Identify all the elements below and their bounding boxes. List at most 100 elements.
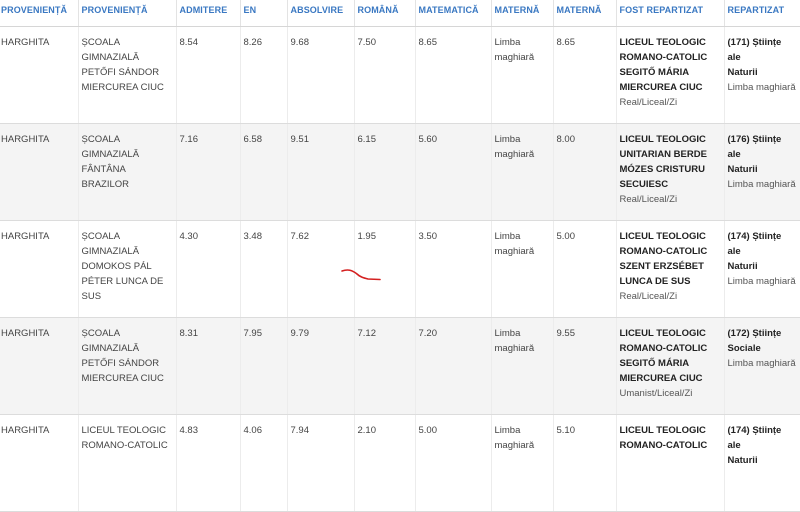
origin-school-line: ȘCOALA: [81, 327, 121, 339]
table-row[interactable]: HARGHITA ȘCOALA GIMNAZIALĂ FÂNTÂNA BRAZILOR 7…: [0, 123, 800, 221]
admitere-grade-cell: 4.83: [176, 414, 241, 512]
repartizat-cell: (174) Științe ale Naturii Limba maghiară: [724, 220, 800, 318]
specialization-line: Naturii: [727, 163, 758, 175]
origin-school-line: ROMANO-CATOLIC: [81, 439, 168, 451]
county-cell: HARGHITA: [0, 414, 79, 512]
specialization-language: Limba maghiară: [727, 178, 796, 190]
en-grade-cell: 8.26: [240, 26, 288, 124]
specialization-language: Limba maghiară: [727, 357, 796, 369]
matematica-grade-cell: 5.60: [415, 123, 492, 221]
absolvire-grade: 9.68: [290, 36, 310, 48]
header-materna-grade[interactable]: MATERNĂ: [553, 0, 617, 27]
en-grade-cell: 7.95: [240, 317, 288, 415]
specialization-line: Naturii: [727, 260, 758, 272]
county-cell: HARGHITA: [0, 26, 79, 124]
assigned-school-line: LICEUL TEOLOGIC: [619, 230, 706, 242]
fost-repartizat-cell: LICEUL TEOLOGIC UNITARIAN BERDE MÓZES CRIS…: [616, 123, 725, 221]
repartizat-cell: (176) Științe ale Naturii Limba maghiară: [724, 123, 800, 221]
repartizat-cell: (174) Științe ale Naturii: [724, 414, 800, 512]
county-text: HARGHITA: [1, 133, 50, 145]
county-cell: HARGHITA: [0, 317, 79, 415]
header-admitere[interactable]: ADMITERE: [176, 0, 241, 27]
fost-repartizat-cell: LICEUL TEOLOGIC ROMANO-CATOLIC SEGITŐ MÁRI…: [616, 26, 725, 124]
table-row[interactable]: HARGHITA ȘCOALA GIMNAZIALĂ PETŐFI SÁNDOR MIE…: [0, 317, 800, 415]
fost-repartizat-cell: LICEUL TEOLOGIC ROMANO-CATOLIC: [616, 414, 725, 512]
matematica-grade: 5.00: [418, 424, 438, 436]
specialization-language: Limba maghiară: [727, 81, 796, 93]
materna-language-line: maghiară: [494, 439, 535, 451]
header-proveniență-school[interactable]: PROVENIENȚĂ: [78, 0, 177, 27]
admitere-grade: 8.54: [179, 36, 199, 48]
materna-language-cell: Limba maghiară: [491, 26, 554, 124]
origin-school-line: GIMNAZIALĂ: [81, 342, 140, 354]
absolvire-grade-cell: 9.79: [287, 317, 355, 415]
header-materna-lang[interactable]: MATERNĂ: [491, 0, 554, 27]
admitere-grade-cell: 8.54: [176, 26, 241, 124]
en-grade-cell: 3.48: [240, 220, 288, 318]
fost-repartizat-cell: LICEUL TEOLOGIC ROMANO-CATOLIC SZENT ERZSÉ…: [616, 220, 725, 318]
origin-school-line: ȘCOALA: [81, 230, 121, 242]
matematica-grade-cell: 8.65: [415, 26, 492, 124]
header-absolvire[interactable]: ABSOLVIRE: [287, 0, 355, 27]
romana-grade: 6.15: [357, 133, 377, 145]
header-matematica[interactable]: MATEMATICĂ: [415, 0, 492, 27]
assigned-school-line: ROMANO-CATOLIC: [619, 51, 708, 63]
origin-school-line: FÂNTÂNA: [81, 163, 126, 175]
assigned-profile: Real/Liceal/Zi: [619, 96, 678, 108]
table-row[interactable]: HARGHITA ȘCOALA GIMNAZIALĂ DOMOKOS PÁL PÉTER…: [0, 220, 800, 318]
materna-grade-cell: 8.65: [553, 26, 617, 124]
origin-school-line: PETŐFI SÁNDOR: [81, 357, 160, 369]
matematica-grade: 8.65: [418, 36, 438, 48]
origin-school-line: BRAZILOR: [81, 178, 130, 190]
materna-grade: 5.00: [556, 230, 576, 242]
assigned-school-line: SZENT ERZSÉBET: [619, 260, 704, 272]
absolvire-grade: 9.79: [290, 327, 310, 339]
header-fost-repartizat[interactable]: FOST REPARTIZAT: [616, 0, 725, 27]
county-text: HARGHITA: [1, 327, 50, 339]
absolvire-grade: 7.62: [290, 230, 310, 242]
table-row[interactable]: HARGHITA ȘCOALA GIMNAZIALĂ PETŐFI SÁNDOR MIE…: [0, 26, 800, 124]
romana-grade: 7.12: [357, 327, 377, 339]
assigned-school-line: SECUIESC: [619, 178, 669, 190]
romana-grade: 2.10: [357, 424, 377, 436]
repartizat-cell: (172) Științe Sociale Limba maghiară: [724, 317, 800, 415]
materna-language-cell: Limba maghiară: [491, 123, 554, 221]
admitere-grade: 8.31: [179, 327, 199, 339]
specialization-line: (172) Științe: [727, 327, 782, 339]
matematica-grade-cell: 3.50: [415, 220, 492, 318]
assigned-school-line: ROMANO-CATOLIC: [619, 439, 708, 451]
origin-school-cell: ȘCOALA GIMNAZIALĂ DOMOKOS PÁL PÉTER LUNCA D…: [78, 220, 177, 318]
en-grade: 6.58: [243, 133, 263, 145]
absolvire-grade: 9.51: [290, 133, 310, 145]
en-grade: 4.06: [243, 424, 263, 436]
specialization-line: (174) Științe ale: [727, 230, 782, 257]
absolvire-grade: 7.94: [290, 424, 310, 436]
county-text: HARGHITA: [1, 230, 50, 242]
materna-language-line: maghiară: [494, 148, 535, 160]
table-row[interactable]: HARGHITA LICEUL TEOLOGIC ROMANO-CATOLIC 4.8…: [0, 414, 800, 512]
romana-grade: 1.95: [357, 230, 377, 242]
romana-grade-cell: 6.15: [354, 123, 416, 221]
assigned-school-line: LICEUL TEOLOGIC: [619, 133, 706, 145]
header-repartizat[interactable]: REPARTIZAT: [724, 0, 800, 27]
origin-school-line: PETŐFI SÁNDOR: [81, 66, 160, 78]
origin-school-cell: ȘCOALA GIMNAZIALĂ PETŐFI SÁNDOR MIERCUREA C…: [78, 26, 177, 124]
romana-grade-cell: 7.50: [354, 26, 416, 124]
materna-language-cell: Limba maghiară: [491, 220, 554, 318]
specialization-language: Limba maghiară: [727, 275, 796, 287]
origin-school-line: LICEUL TEOLOGIC: [81, 424, 166, 436]
origin-school-line: GIMNAZIALĂ: [81, 51, 140, 63]
origin-school-cell: ȘCOALA GIMNAZIALĂ FÂNTÂNA BRAZILOR: [78, 123, 177, 221]
assigned-school-line: LICEUL TEOLOGIC: [619, 327, 706, 339]
header-romana[interactable]: ROMÂNĂ: [354, 0, 416, 27]
materna-language-cell: Limba maghiară: [491, 317, 554, 415]
header-proveniență-county[interactable]: PROVENIENȚĂ: [0, 0, 79, 27]
header-en[interactable]: EN: [240, 0, 288, 27]
matematica-grade-cell: 7.20: [415, 317, 492, 415]
origin-school-line: ȘCOALA: [81, 133, 121, 145]
assigned-school-line: SEGITŐ MÁRIA: [619, 357, 690, 369]
assigned-school-line: SEGITŐ MÁRIA: [619, 66, 690, 78]
absolvire-grade-cell: 9.68: [287, 26, 355, 124]
absolvire-grade-cell: 9.51: [287, 123, 355, 221]
materna-grade-cell: 9.55: [553, 317, 617, 415]
